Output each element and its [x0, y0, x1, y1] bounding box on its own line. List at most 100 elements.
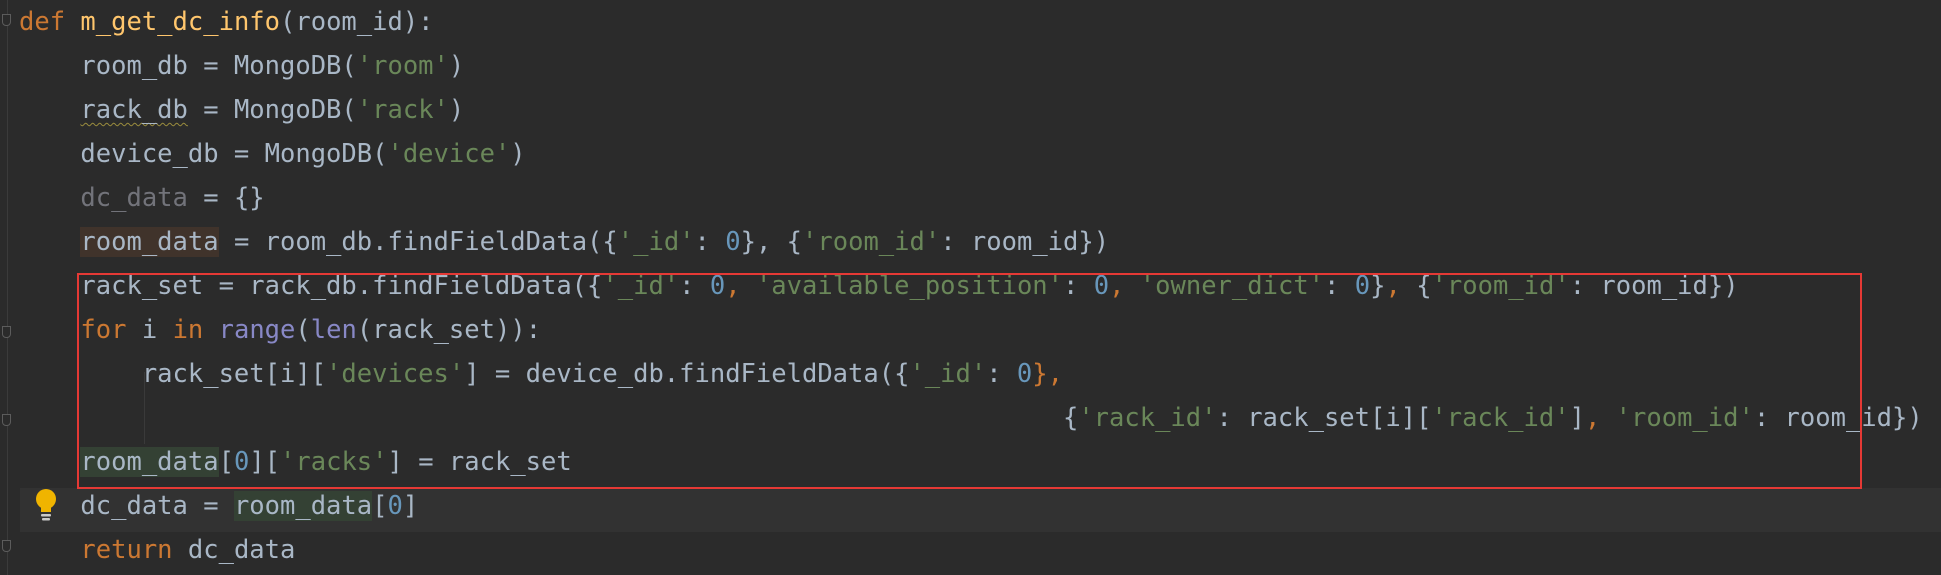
code-line[interactable]: rack_set = rack_db.findFieldData({'_id':…: [19, 264, 1739, 308]
code-token: room_data: [233, 491, 373, 521]
code-token: 'available_position': [755, 271, 1063, 301]
code-token: for: [80, 315, 142, 345]
code-token: : room_id}): [1753, 403, 1923, 433]
code-token: 'room_id': [1615, 403, 1754, 433]
code-token: 0: [1354, 271, 1371, 301]
code-token: in: [172, 315, 219, 345]
code-token: room_db = MongoDB(: [19, 51, 357, 81]
code-token: {: [1416, 271, 1432, 301]
code-token: 'rack_id': [1078, 403, 1217, 433]
code-token: 'rack': [356, 95, 449, 125]
code-token: ]: [1569, 403, 1585, 433]
code-token: 0: [1093, 271, 1110, 301]
code-token: i: [141, 315, 173, 345]
code-token: 'room': [356, 51, 449, 81]
code-token: },: [1032, 359, 1063, 389]
code-token: ): [448, 51, 465, 81]
code-token: ,: [1109, 271, 1140, 301]
code-line[interactable]: rack_db = MongoDB('rack'): [19, 88, 464, 132]
code-token: range: [218, 315, 296, 345]
code-token: 'devices': [326, 359, 465, 389]
code-token: }, {: [740, 227, 803, 257]
code-token: '_id': [602, 271, 680, 301]
code-token: ] = device_db.findFieldData({: [464, 359, 910, 389]
code-token: :: [694, 227, 726, 257]
code-token: ] = rack_set: [387, 447, 572, 477]
code-line[interactable]: dc_data = room_data[0]: [19, 484, 418, 528]
fold-marker-icon[interactable]: [2, 326, 11, 338]
code-token: :: [986, 359, 1017, 389]
code-line[interactable]: room_db = MongoDB('room'): [19, 44, 464, 88]
code-token: def: [19, 7, 81, 37]
code-editor[interactable]: def m_get_dc_info(room_id): room_db = Mo…: [0, 0, 1941, 575]
code-token: ,: [1385, 271, 1417, 301]
code-token: 0: [233, 447, 250, 477]
code-token: :: [679, 271, 710, 301]
code-token: : room_id}): [1569, 271, 1739, 301]
code-token: [: [372, 491, 388, 521]
code-token: 'room_id': [1431, 271, 1570, 301]
code-token: ): [448, 95, 465, 125]
code-token: [: [218, 447, 234, 477]
code-token: m_get_dc_info: [80, 7, 281, 37]
code-token: 'device': [387, 139, 511, 169]
fold-marker-icon[interactable]: [2, 14, 11, 26]
lightbulb-icon[interactable]: [33, 487, 59, 523]
code-token: ): [510, 139, 526, 169]
code-token: ,: [1584, 403, 1616, 433]
code-token: 0: [387, 491, 403, 521]
code-line[interactable]: for i in range(len(rack_set)):: [19, 308, 541, 352]
code-token: 'room_id': [802, 227, 941, 257]
code-token: 'owner_dict': [1139, 271, 1325, 301]
code-token: 'rack_id': [1431, 403, 1570, 433]
code-token: = MongoDB(: [187, 95, 357, 125]
code-token: = {}: [187, 183, 265, 213]
code-token: rack_set[i][: [19, 359, 327, 389]
code-token: room_data: [80, 447, 219, 477]
code-token: '_id': [909, 359, 987, 389]
code-token: room_data: [80, 227, 219, 257]
code-token: (room_id):: [280, 7, 434, 37]
code-token: ,: [725, 271, 756, 301]
code-token: 0: [709, 271, 726, 301]
code-token: device_db = MongoDB(: [19, 139, 388, 169]
code-line[interactable]: dc_data = {}: [19, 176, 265, 220]
code-token: {: [19, 403, 1079, 433]
code-token: }: [1370, 271, 1386, 301]
code-token: rack_set = rack_db.findFieldData({: [19, 271, 603, 301]
code-line[interactable]: device_db = MongoDB('device'): [19, 132, 526, 176]
code-line[interactable]: room_data = room_db.findFieldData({'_id'…: [19, 220, 1109, 264]
code-token: dc_data: [187, 535, 296, 565]
code-token: ]: [402, 491, 419, 521]
code-token: 'racks': [280, 447, 388, 477]
gutter: [7, 0, 8, 575]
code-line[interactable]: rack_set[i]['devices'] = device_db.findF…: [19, 352, 1063, 396]
fold-marker-icon[interactable]: [2, 540, 11, 552]
code-token: '_id': [617, 227, 695, 257]
code-token: rack_db: [80, 95, 188, 125]
code-token: : room_id}): [940, 227, 1110, 257]
code-token: dc_data: [80, 183, 188, 213]
code-token: len: [310, 315, 357, 345]
code-token: :: [1063, 271, 1094, 301]
code-token: = room_db.findFieldData({: [218, 227, 618, 257]
code-token: return: [80, 535, 188, 565]
code-token: (rack_set)):: [356, 315, 542, 345]
code-token: :: [1324, 271, 1355, 301]
fold-marker-icon[interactable]: [2, 414, 11, 426]
code-token: 0: [725, 227, 741, 257]
code-token: : rack_set[i][: [1216, 403, 1432, 433]
code-token: 0: [1016, 359, 1033, 389]
code-line[interactable]: def m_get_dc_info(room_id):: [19, 0, 434, 44]
code-token: (: [295, 315, 311, 345]
code-line[interactable]: {'rack_id': rack_set[i]['rack_id'], 'roo…: [19, 396, 1923, 440]
code-line[interactable]: room_data[0]['racks'] = rack_set: [19, 440, 572, 484]
code-line[interactable]: return dc_data: [19, 528, 295, 572]
code-token: ][: [249, 447, 281, 477]
